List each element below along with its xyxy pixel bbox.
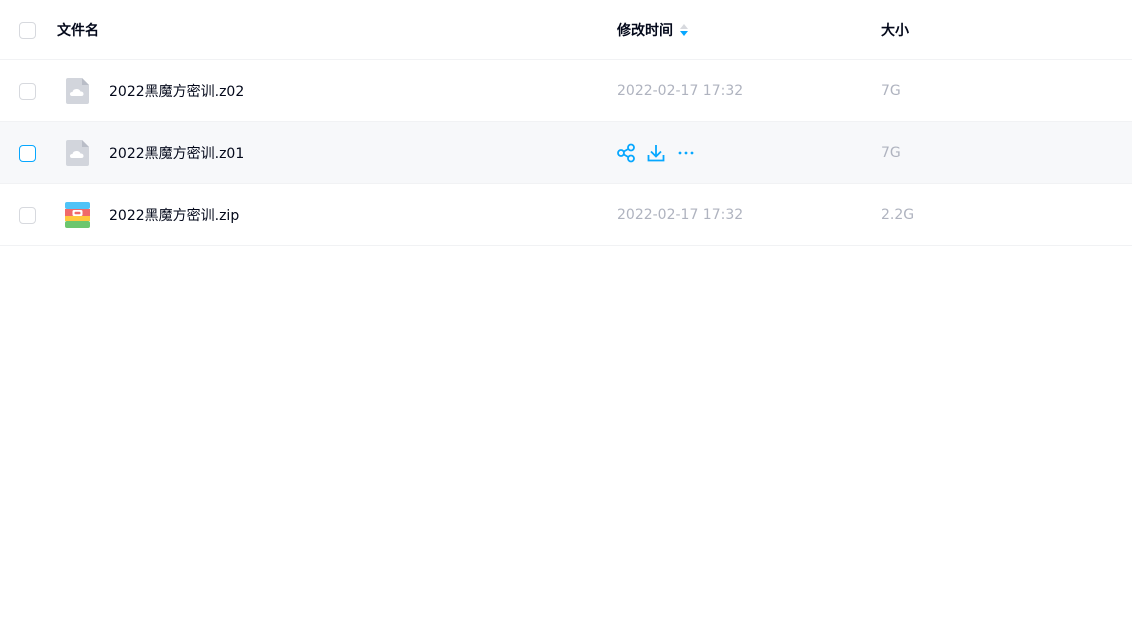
file-name[interactable]: 2022黑魔方密训.zip <box>109 205 239 225</box>
file-list-header: 文件名 修改时间 大小 <box>0 0 1132 60</box>
row-checkbox[interactable] <box>19 206 36 224</box>
file-name[interactable]: 2022黑魔方密训.z02 <box>109 81 244 101</box>
file-size: 2.2G <box>881 206 915 223</box>
column-header-name[interactable]: 文件名 <box>57 20 99 40</box>
cloud-file-icon <box>66 77 89 104</box>
file-row[interactable]: 2022黑魔方密训.z02 2022-02-17 17:32 7G <box>0 60 1132 122</box>
column-header-size[interactable]: 大小 <box>881 20 909 40</box>
column-header-time-label: 修改时间 <box>617 22 673 39</box>
select-all-checkbox[interactable] <box>19 21 36 39</box>
file-row[interactable]: 2022黑魔方密训.zip 2022-02-17 17:32 2.2G <box>0 184 1132 246</box>
file-size: 7G <box>881 144 901 161</box>
row-checkbox[interactable] <box>19 144 36 162</box>
sort-icon[interactable] <box>679 22 689 38</box>
file-name[interactable]: 2022黑魔方密训.z01 <box>109 143 244 163</box>
row-actions <box>616 143 696 163</box>
more-icon[interactable] <box>676 143 696 163</box>
download-icon[interactable] <box>646 143 666 163</box>
file-row[interactable]: 2022黑魔方密训.z01 7G <box>0 122 1132 184</box>
cloud-file-icon <box>66 139 89 166</box>
file-modified-time: 2022-02-17 17:32 <box>617 82 744 99</box>
share-icon[interactable] <box>616 143 636 163</box>
file-size: 7G <box>881 82 901 99</box>
zip-archive-icon <box>65 201 90 228</box>
file-modified-time: 2022-02-17 17:32 <box>617 206 744 223</box>
column-header-time[interactable]: 修改时间 <box>617 20 689 40</box>
file-list: 文件名 修改时间 大小 2022黑魔方密训.z02 2022-02-17 17:… <box>0 0 1132 246</box>
row-checkbox[interactable] <box>19 82 36 100</box>
